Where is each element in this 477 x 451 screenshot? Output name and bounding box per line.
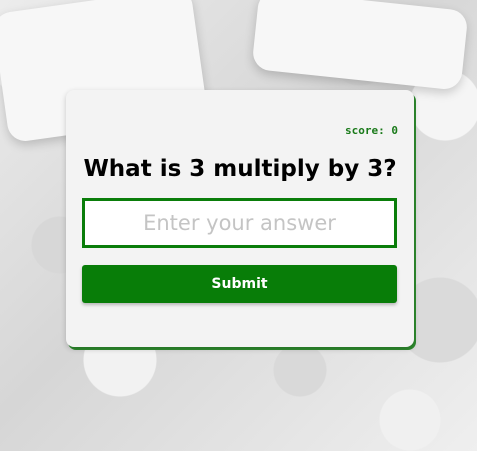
question-text: What is 3 multiply by 3? — [83, 156, 397, 182]
submit-button[interactable]: Submit — [82, 265, 397, 303]
answer-input[interactable] — [82, 198, 397, 248]
score-value: 0 — [391, 124, 398, 137]
score-display: score: 0 — [82, 90, 398, 138]
quiz-card: score: 0 What is 3 multiply by 3? Submit — [66, 90, 414, 347]
score-label: score: — [345, 124, 385, 137]
